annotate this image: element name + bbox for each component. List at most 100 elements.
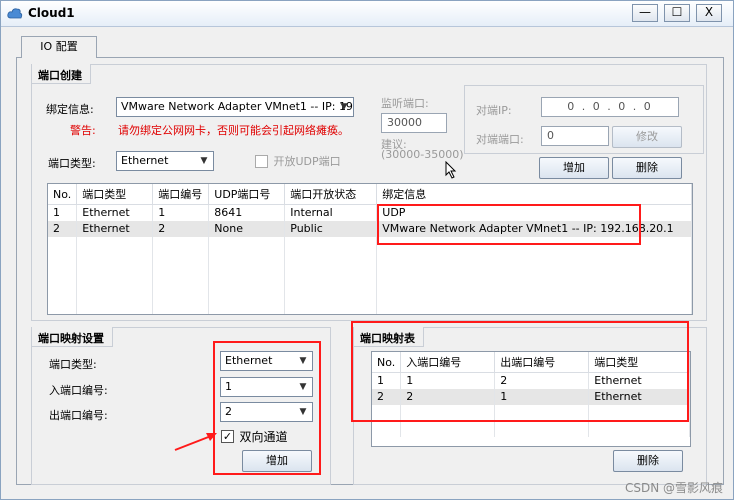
- watermark: CSDN @雪影风痕: [624, 481, 723, 495]
- column-header[interactable]: 端口类型: [588, 352, 690, 373]
- port-type-value: Ethernet: [121, 154, 169, 167]
- port-type-select[interactable]: Ethernet ▼: [116, 151, 214, 171]
- delete-port-button[interactable]: 删除: [612, 157, 682, 179]
- peer-port-label: 对端端口:: [476, 133, 524, 146]
- empty-row: [48, 252, 692, 269]
- bidirectional-label: 双向通道: [239, 430, 288, 444]
- warning-label: 警告:: [70, 124, 96, 137]
- cloud-icon: [7, 8, 23, 19]
- out-port-label: 出端口编号:: [49, 409, 108, 422]
- mouse-cursor-icon: [445, 161, 457, 179]
- bind-info-select[interactable]: VMware Network Adapter VMnet1 -- IP: 192…: [116, 97, 354, 117]
- in-port-label: 入端口编号:: [49, 384, 108, 397]
- port-table-frame: No. 端口类型 端口编号 UDP端口号 端口开放状态 绑定信息 1 Ether…: [47, 183, 693, 315]
- peer-ip-label: 对端IP:: [476, 104, 512, 117]
- map-port-type-label: 端口类型:: [49, 358, 97, 371]
- add-mapping-button[interactable]: 增加: [242, 450, 312, 472]
- chevron-down-icon: ▼: [340, 102, 348, 112]
- map-port-type-value: Ethernet: [225, 354, 273, 367]
- column-header[interactable]: No.: [48, 184, 78, 205]
- table-row[interactable]: 1 1 2 Ethernet: [372, 372, 690, 389]
- table-cell: 2: [48, 220, 78, 237]
- chevron-down-icon: ▼: [200, 156, 208, 166]
- mapping-table: No. 入端口编号 出端口编号 端口类型 1 1 2 Ethernet 2 2 …: [372, 352, 690, 437]
- close-button[interactable]: X: [696, 4, 722, 22]
- empty-row: [372, 404, 690, 421]
- bind-info-value: VMware Network Adapter VMnet1 -- IP: 192…: [121, 100, 354, 113]
- title-bar[interactable]: Cloud1 — ☐ X: [1, 1, 733, 27]
- table-cell: 1: [152, 204, 210, 221]
- minimize-button[interactable]: —: [632, 4, 658, 22]
- table-header-row: No. 端口类型 端口编号 UDP端口号 端口开放状态 绑定信息: [48, 184, 692, 205]
- column-header[interactable]: No.: [372, 352, 402, 373]
- table-row[interactable]: 2 2 1 Ethernet: [372, 388, 690, 405]
- listen-port-label: 监听端口:: [381, 97, 429, 110]
- peer-ip-input[interactable]: 0 . 0 . 0 . 0: [541, 97, 679, 117]
- table-cell: 1: [494, 388, 590, 405]
- in-port-select[interactable]: 1 ▼: [220, 377, 313, 397]
- column-header[interactable]: 端口类型: [76, 184, 154, 205]
- modify-button[interactable]: 修改: [612, 126, 682, 148]
- empty-row: [48, 300, 692, 314]
- table-cell: VMware Network Adapter VMnet1 -- IP: 192…: [376, 220, 692, 237]
- column-header[interactable]: UDP端口号: [208, 184, 286, 205]
- check-icon: ✓: [221, 430, 234, 443]
- table-cell: 1: [372, 372, 402, 389]
- table-row[interactable]: 1 Ethernet 1 8641 Internal UDP: [48, 204, 692, 221]
- table-cell: 2: [372, 388, 402, 405]
- table-cell: 2: [494, 372, 590, 389]
- table-cell: Ethernet: [76, 220, 154, 237]
- empty-row: [48, 268, 692, 285]
- in-port-value: 1: [225, 380, 232, 393]
- table-header-row: No. 入端口编号 出端口编号 端口类型: [372, 352, 690, 373]
- table-cell: UDP: [376, 204, 692, 221]
- mapping-table-frame: No. 入端口编号 出端口编号 端口类型 1 1 2 Ethernet 2 2 …: [371, 351, 691, 447]
- empty-row: [48, 284, 692, 301]
- column-header[interactable]: 出端口编号: [494, 352, 590, 373]
- red-arrow-icon: [174, 433, 217, 451]
- column-header[interactable]: 端口编号: [152, 184, 210, 205]
- table-cell: 1: [400, 372, 496, 389]
- peer-port-input[interactable]: 0: [541, 126, 609, 146]
- port-type-label: 端口类型:: [48, 157, 96, 170]
- table-cell: Public: [284, 220, 378, 237]
- table-cell: 8641: [208, 204, 286, 221]
- cloud1-window: Cloud1 — ☐ X IO 配置 端口创建 绑定信息: VMware Net…: [0, 0, 734, 500]
- port-table: No. 端口类型 端口编号 UDP端口号 端口开放状态 绑定信息 1 Ether…: [48, 184, 692, 314]
- suggest-range: (30000-35000): [381, 148, 464, 161]
- out-port-value: 2: [225, 405, 232, 418]
- maximize-button[interactable]: ☐: [664, 4, 690, 22]
- mapping-settings-title: 端口映射设置: [32, 327, 113, 347]
- delete-mapping-button[interactable]: 删除: [613, 450, 683, 472]
- table-cell: 2: [152, 220, 210, 237]
- table-cell: Ethernet: [76, 204, 154, 221]
- chevron-down-icon: ▼: [299, 407, 307, 417]
- out-port-select[interactable]: 2 ▼: [220, 402, 313, 422]
- table-row[interactable]: 2 Ethernet 2 None Public VMware Network …: [48, 220, 692, 237]
- column-header[interactable]: 入端口编号: [400, 352, 496, 373]
- table-cell: Internal: [284, 204, 378, 221]
- table-cell: Ethernet: [588, 388, 690, 405]
- table-cell: 2: [400, 388, 496, 405]
- column-header[interactable]: 绑定信息: [376, 184, 692, 205]
- chevron-down-icon: ▼: [299, 382, 307, 392]
- add-port-button[interactable]: 增加: [539, 157, 609, 179]
- tab-io-config[interactable]: IO 配置: [21, 36, 97, 58]
- table-cell: None: [208, 220, 286, 237]
- table-cell: Ethernet: [588, 372, 690, 389]
- warning-text: 请勿绑定公网网卡，否则可能会引起网络瘫痪。: [118, 124, 349, 137]
- listen-port-input[interactable]: 30000: [381, 113, 447, 133]
- bind-info-label: 绑定信息:: [46, 103, 94, 116]
- udp-port-checkbox[interactable]: 开放UDP端口: [255, 153, 341, 169]
- port-creation-title: 端口创建: [32, 64, 91, 84]
- empty-row: [372, 420, 690, 437]
- map-port-type-select[interactable]: Ethernet ▼: [220, 351, 313, 371]
- udp-port-label: 开放UDP端口: [273, 155, 341, 168]
- chevron-down-icon: ▼: [299, 356, 307, 366]
- column-header[interactable]: 端口开放状态: [284, 184, 378, 205]
- bidirectional-checkbox[interactable]: ✓ 双向通道: [221, 428, 288, 445]
- window-title: Cloud1: [28, 6, 75, 20]
- checkbox-box: [255, 154, 268, 168]
- table-cell: 1: [48, 204, 78, 221]
- empty-row: [48, 236, 692, 253]
